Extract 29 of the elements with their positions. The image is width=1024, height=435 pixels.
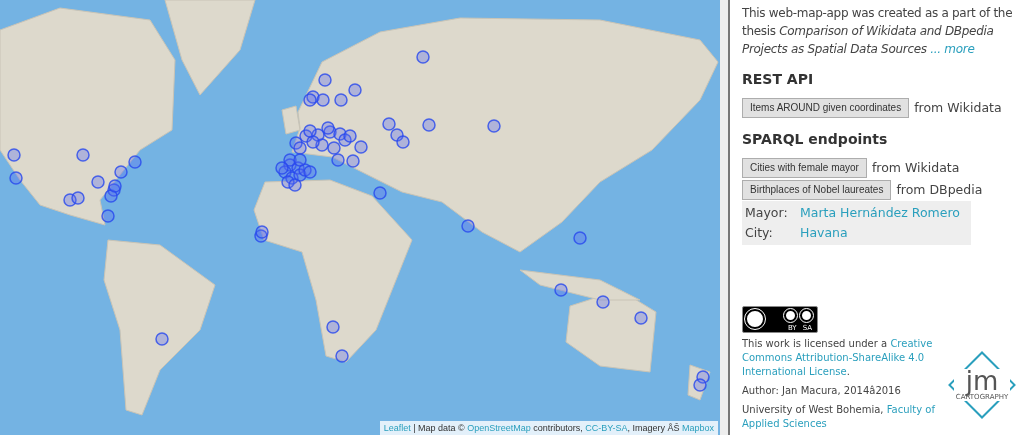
source-label: from Wikidata	[914, 98, 1002, 117]
openstreetmap-link[interactable]: OpenStreetMap	[467, 423, 531, 433]
license-text: This work is licensed under a Creative Commons Attribution-ShareAlike 4.0 International License.	[742, 337, 934, 379]
license-link[interactable]: International License	[742, 366, 847, 377]
query-button[interactable]: Cities with female mayor	[742, 158, 867, 178]
result-label: Mayor:	[745, 204, 789, 222]
cc-icon	[745, 309, 765, 329]
map-attribution: Leaflet | Map data © OpenStreetMap contributors, CC-BY-SA, Imagery ÅŠ Mapbox	[379, 421, 718, 435]
intro-text: This web-map-app was created as a part of the thesis Comparison of Wikidata and DBpedia Projects as Spatial Data Sources ... more	[742, 5, 1014, 58]
query-button[interactable]: Items AROUND given coordinates	[742, 98, 910, 118]
query-button[interactable]: Birthplaces of Nobel laureates	[742, 180, 892, 200]
license-link[interactable]: Creative	[890, 338, 933, 349]
more-link[interactable]: ... more	[930, 42, 975, 56]
faculty-link[interactable]: Applied Sciences	[742, 418, 827, 429]
university-text: University of West Bohemia, Faculty of Applied Sciences	[742, 403, 937, 431]
share-alike-icon	[800, 309, 813, 322]
license-link[interactable]: Commons Attribution-ShareAlike 4.0	[742, 352, 925, 363]
section-heading: SPARQL endpoints	[742, 130, 889, 148]
author-text: Author: Jan Macura, 2014â2016	[742, 384, 902, 398]
attribution-icon	[784, 309, 797, 322]
result-link[interactable]: Marta Hernández Romero	[800, 203, 968, 223]
section-heading: REST API	[742, 70, 815, 88]
result-link[interactable]: Havana	[800, 223, 968, 243]
mapbox-link[interactable]: Mapbox	[681, 423, 714, 433]
source-label: from DBpedia	[896, 180, 983, 199]
result-label: City:	[745, 224, 774, 242]
source-label: from Wikidata	[871, 158, 960, 177]
faculty-link[interactable]: Faculty of	[886, 404, 935, 415]
leaflet-link[interactable]: Leaflet	[383, 423, 411, 433]
